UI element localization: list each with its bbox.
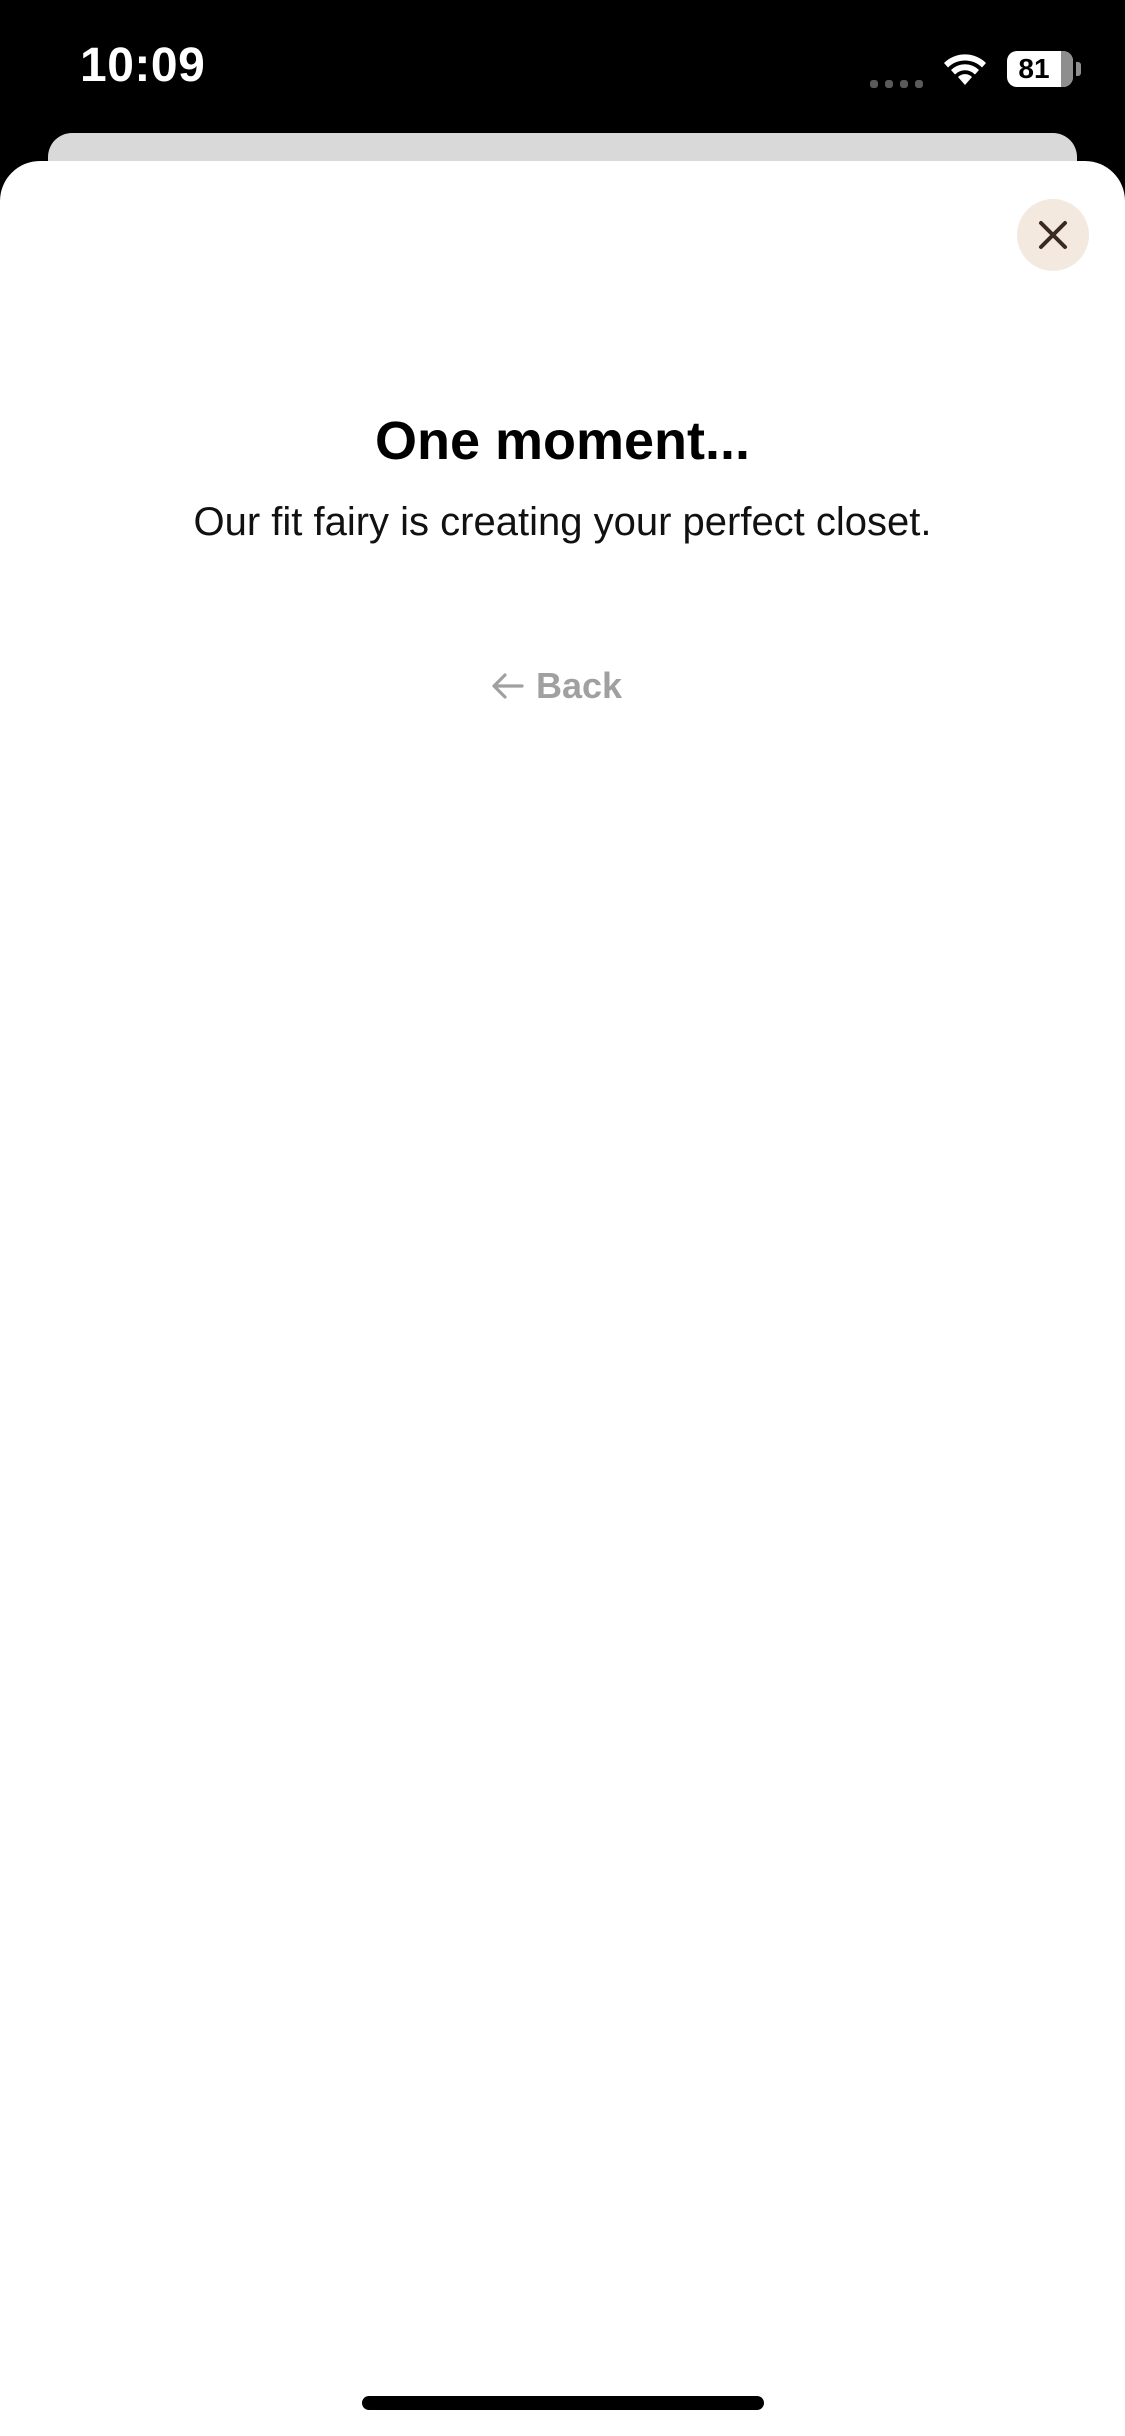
status-time: 10:09 <box>80 39 206 92</box>
battery-level: 81 <box>1018 53 1050 84</box>
close-icon <box>1039 221 1067 249</box>
battery-icon: 81 <box>1007 51 1081 87</box>
close-button[interactable] <box>1017 199 1089 271</box>
status-bar: 10:09 81 <box>0 0 1125 135</box>
page-subtitle: Our fit fairy is creating your perfect c… <box>193 500 932 544</box>
arrow-left-icon <box>492 673 524 699</box>
back-label: Back <box>536 665 623 706</box>
back-button[interactable]: Back <box>492 664 622 708</box>
page-title: One moment... <box>374 411 751 471</box>
app-screen: 10:09 81 One moment... Our fit fairy is … <box>0 0 1125 2436</box>
cellular-signal-icon <box>870 64 923 88</box>
wifi-icon <box>941 51 989 87</box>
home-indicator[interactable] <box>362 2396 764 2410</box>
status-indicators: 81 <box>870 44 1081 94</box>
